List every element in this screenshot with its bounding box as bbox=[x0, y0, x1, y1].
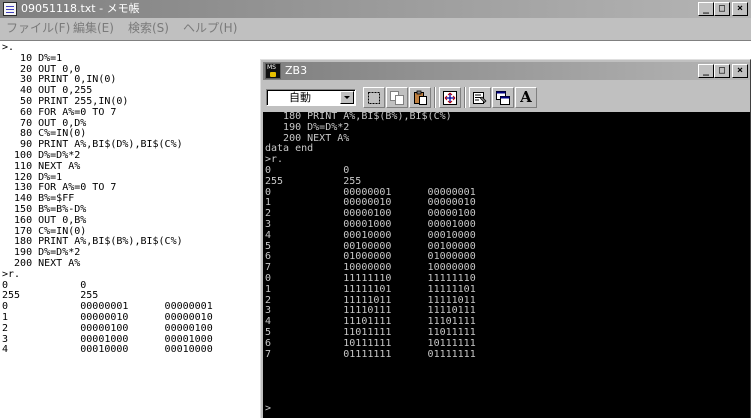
notepad-title-bar[interactable]: 09051118.txt - メモ帳 _ □ × bbox=[0, 0, 751, 18]
zb3-title: ZB3 bbox=[285, 64, 308, 77]
close-button[interactable]: × bbox=[732, 64, 748, 78]
maximize-button[interactable]: □ bbox=[714, 2, 730, 16]
properties-button[interactable] bbox=[469, 87, 491, 108]
console-prompt: > bbox=[265, 403, 272, 414]
zb3-toolbar: 自動 A bbox=[263, 82, 750, 112]
font-button[interactable]: A bbox=[515, 87, 537, 108]
font-size-value: 自動 bbox=[289, 91, 311, 104]
notepad-menu-bar: ファイル(F) 編集(E) 検索(S) ヘルプ(H) bbox=[0, 18, 751, 38]
copy-icon bbox=[390, 91, 404, 105]
paste-icon bbox=[414, 90, 427, 105]
properties-icon bbox=[473, 92, 487, 104]
window-background-icon bbox=[496, 91, 510, 105]
background-button[interactable] bbox=[492, 87, 514, 108]
fullscreen-button[interactable] bbox=[439, 87, 461, 108]
chevron-down-icon[interactable] bbox=[340, 91, 354, 104]
msdos-icon[interactable] bbox=[265, 63, 281, 79]
minimize-button[interactable]: _ bbox=[698, 64, 714, 78]
menu-search[interactable]: 検索(S) bbox=[128, 18, 169, 38]
zb3-title-bar[interactable]: ZB3 _ □ × bbox=[263, 62, 750, 80]
mark-button[interactable] bbox=[363, 87, 385, 108]
zb3-console[interactable]: 180 PRINT A%,BI$(B%),BI$(C%) 190 D%=D%*2… bbox=[263, 112, 750, 418]
notepad-title: 09051118.txt - メモ帳 bbox=[21, 2, 140, 15]
menu-edit[interactable]: 編集(E) bbox=[73, 18, 114, 38]
minimize-button[interactable]: _ bbox=[698, 2, 714, 16]
font-size-select[interactable]: 自動 bbox=[266, 89, 356, 106]
mark-icon bbox=[368, 92, 380, 104]
notepad-caption-buttons: _ □ × bbox=[698, 2, 748, 16]
fullscreen-icon bbox=[443, 91, 457, 105]
maximize-button[interactable]: □ bbox=[714, 64, 730, 78]
notepad-content: >. 10 D%=1 20 OUT 0,0 30 PRINT 0,IN(0) 4… bbox=[2, 42, 213, 356]
menu-file[interactable]: ファイル(F) bbox=[6, 18, 70, 38]
console-output: 180 PRINT A%,BI$(B%),BI$(C%) 190 D%=D%*2… bbox=[265, 112, 476, 360]
close-button[interactable]: × bbox=[732, 2, 748, 16]
copy-button[interactable] bbox=[386, 87, 408, 108]
toolbar-separator bbox=[434, 87, 436, 108]
paste-button[interactable] bbox=[409, 87, 431, 108]
toolbar-separator bbox=[464, 87, 466, 108]
zb3-caption-buttons: _ □ × bbox=[698, 64, 748, 78]
zb3-window: ZB3 _ □ × 自動 bbox=[260, 59, 751, 418]
menu-help[interactable]: ヘルプ(H) bbox=[183, 18, 237, 38]
notepad-icon[interactable] bbox=[3, 2, 17, 16]
